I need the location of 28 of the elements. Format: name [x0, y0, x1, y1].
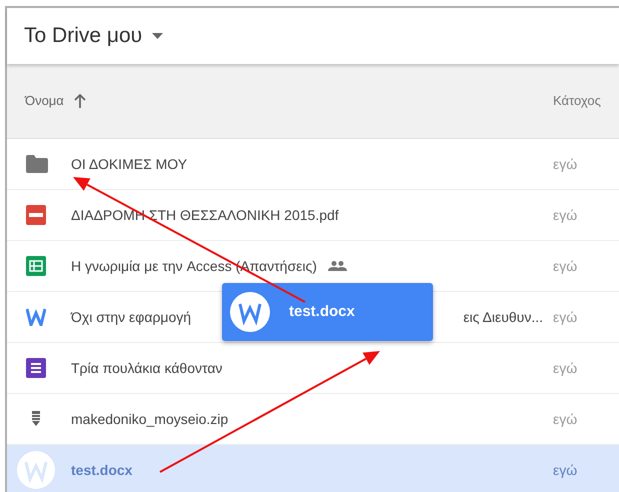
form-icon: [26, 358, 46, 378]
word-icon: [230, 292, 270, 332]
column-header[interactable]: Όνομα: [25, 91, 64, 111]
file-name: Όχι στην εφαρμογή: [71, 308, 192, 327]
file-name: Η γνωριμία με την Access (Απαντήσεις): [71, 256, 317, 276]
word-icon: [26, 308, 46, 326]
file-name: makedoniko_moyseio.zip: [71, 410, 228, 429]
spreadsheet-icon: [26, 256, 46, 276]
owner-cell-text: εγώ: [553, 154, 578, 174]
owner-cell-text: εγώ: [553, 308, 578, 327]
drive-menu-button[interactable]: Το Drive μου: [24, 20, 164, 52]
owner-cell-text: εγώ: [553, 206, 578, 225]
file-name: Τρία πουλάκια κάθονταν: [71, 358, 222, 378]
folder-icon: [26, 155, 48, 173]
pdf-icon: [26, 205, 46, 225]
column-header[interactable]: Κάτοχος: [553, 93, 601, 108]
file-name: ΔΙΑΔΡΟΜΗ ΣΤΗ ΘΕΣΣΑΛΟΝΙΚΗ 2015.pdf: [71, 206, 339, 225]
word-icon: [17, 451, 55, 489]
owner-cell-text: εγώ: [553, 358, 578, 378]
owner-cell-text: εγώ: [553, 256, 578, 276]
zip-icon: [31, 411, 41, 427]
owner-cell-text: εγώ: [553, 460, 578, 480]
owner-cell-text: εγώ: [553, 410, 578, 429]
drag-file-name: test.docx: [289, 302, 355, 322]
file-name: test.docx: [71, 460, 132, 480]
file-name: εις Διευθυν...: [463, 308, 543, 326]
dropdown-caret-icon: [152, 33, 164, 39]
file-name: ΟΙ ΔΟΚΙΜΕΣ ΜΟΥ: [71, 154, 188, 174]
